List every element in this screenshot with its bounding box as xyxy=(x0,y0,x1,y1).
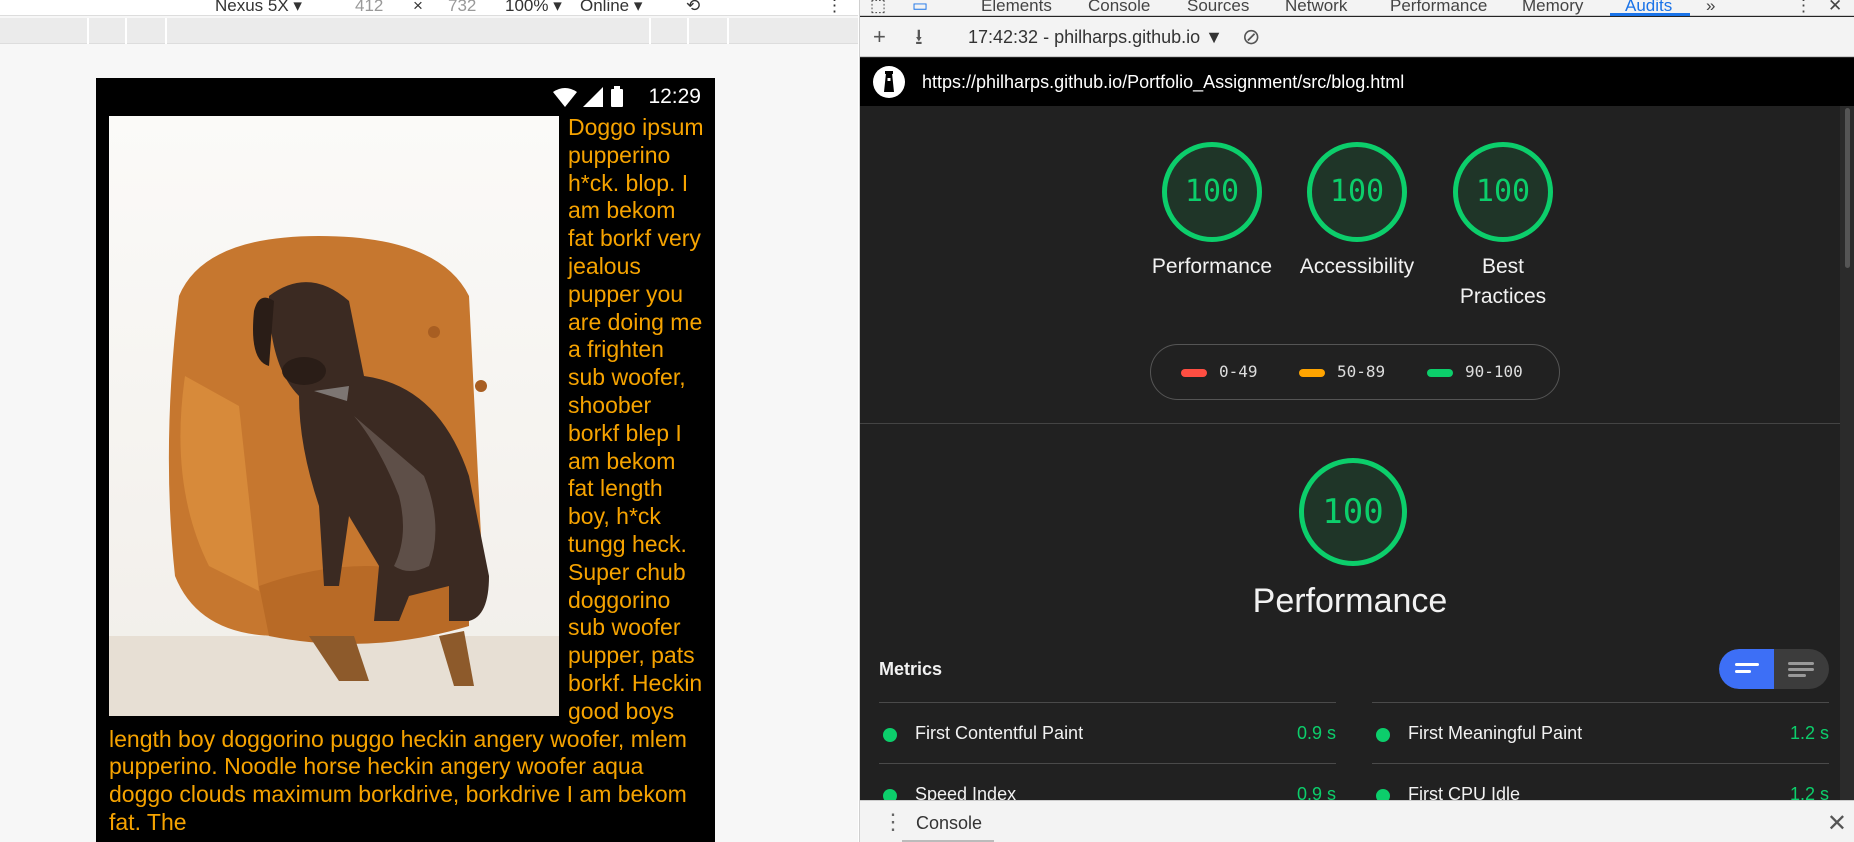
legend-average: 50-89 xyxy=(1299,362,1385,381)
clear-icon[interactable]: ⊘ xyxy=(1242,26,1260,48)
media-query-ruler[interactable] xyxy=(0,18,858,44)
wifi-icon xyxy=(553,88,577,107)
drawer-menu-icon[interactable]: ⋮ xyxy=(882,809,904,835)
category-score-gauge: 100 xyxy=(1299,458,1407,566)
metrics-title: Metrics xyxy=(879,659,943,679)
device-emulation-pane: Nexus 5X ▾ 412 × 732 100% ▾ Online ▾ ⟲ ⋮… xyxy=(0,0,858,842)
pass-indicator-icon xyxy=(883,728,897,742)
active-tab-indicator xyxy=(1610,13,1690,16)
device-toggle-icon[interactable]: ▭ xyxy=(912,0,928,16)
ruler-tick xyxy=(87,18,89,44)
new-audit-icon[interactable]: + xyxy=(873,26,886,48)
tab-memory[interactable]: Memory xyxy=(1522,0,1583,16)
drawer-close-icon[interactable]: ✕ xyxy=(1827,809,1847,838)
blog-text: Doggo ipsum pupperino h*ck. blop. I am b… xyxy=(109,114,706,837)
rotate-icon[interactable]: ⟲ xyxy=(686,0,700,16)
metric-name: First Contentful Paint xyxy=(915,723,1084,743)
devtools-menu-icon[interactable]: ⋮ xyxy=(1795,0,1812,16)
report-scrollbar[interactable] xyxy=(1840,106,1854,800)
download-icon[interactable]: ⭳ xyxy=(915,26,923,48)
zoom-select[interactable]: 100% ▾ xyxy=(505,0,562,16)
status-icons xyxy=(553,86,623,107)
section-divider xyxy=(860,423,1840,424)
tab-network[interactable]: Network xyxy=(1285,0,1347,16)
ruler-tick xyxy=(165,18,167,44)
metric-first-contentful-paint: First Contentful Paint 0.9 s xyxy=(879,702,1336,763)
devtools-tab-bar: ⬚ ▭ Elements Console Sources Network Per… xyxy=(860,0,1854,16)
score-gauge-performance[interactable]: 100 xyxy=(1162,142,1262,242)
metrics-column-right: First Meaningful Paint 1.2 s First CPU I… xyxy=(1372,702,1829,800)
signal-icon xyxy=(583,87,603,107)
lighthouse-report: 100 100 100 Performance Accessibility Be… xyxy=(860,106,1840,800)
device-select[interactable]: Nexus 5X ▾ xyxy=(215,0,302,16)
ruler-tick xyxy=(125,18,127,44)
battery-icon xyxy=(611,89,623,107)
report-select[interactable]: 17:42:32 - philharps.github.io ▼ xyxy=(968,27,1223,48)
device-width-input[interactable]: 412 xyxy=(355,0,383,16)
lighthouse-icon xyxy=(873,66,905,98)
report-url[interactable]: https://philharps.github.io/Portfolio_As… xyxy=(922,72,1404,93)
score-gauge-accessibility[interactable]: 100 xyxy=(1307,142,1407,242)
more-tabs-button[interactable]: » xyxy=(1706,0,1715,16)
blog-content: Doggo ipsum pupperino h*ck. blop. I am b… xyxy=(96,114,715,842)
scrollbar-thumb[interactable] xyxy=(1845,108,1850,268)
metric-value: 0.9 s xyxy=(1296,784,1336,800)
metric-speed-index: Speed Index 0.9 s xyxy=(879,763,1336,800)
metric-name: Speed Index xyxy=(915,784,1017,800)
metric-value: 1.2 s xyxy=(1789,723,1829,743)
inspect-icon[interactable]: ⬚ xyxy=(870,0,886,16)
ruler-tick xyxy=(649,18,651,44)
pass-indicator-icon xyxy=(1376,728,1390,742)
tab-elements[interactable]: Elements xyxy=(981,0,1052,16)
report-url-bar: https://philharps.github.io/Portfolio_As… xyxy=(860,58,1854,106)
score-label-accessibility: Accessibility xyxy=(1299,255,1415,278)
metrics-view-toggle[interactable] xyxy=(1719,649,1829,689)
pass-indicator-icon xyxy=(1376,789,1390,800)
metrics-column-left: First Contentful Paint 0.9 s Speed Index… xyxy=(879,702,1336,800)
pass-indicator-icon xyxy=(883,789,897,800)
devtools-close-icon[interactable]: ✕ xyxy=(1828,0,1842,16)
dimension-separator: × xyxy=(413,0,423,15)
category-title: Performance xyxy=(1252,582,1448,620)
tab-performance[interactable]: Performance xyxy=(1390,0,1487,16)
legend-pass: 90-100 xyxy=(1427,362,1523,381)
tab-console[interactable]: Console xyxy=(1088,0,1150,16)
score-gauge-best-practices[interactable]: 100 xyxy=(1453,142,1553,242)
network-throttle-select[interactable]: Online ▾ xyxy=(580,0,642,16)
device-menu-icon[interactable]: ⋮ xyxy=(826,0,843,16)
device-height-input[interactable]: 732 xyxy=(448,0,476,16)
metric-name: First Meaningful Paint xyxy=(1408,723,1583,743)
score-label-best-practices: Best Practices xyxy=(1459,255,1547,308)
phone-status-bar: 12:29 xyxy=(96,78,715,114)
metric-first-meaningful-paint: First Meaningful Paint 1.2 s xyxy=(1372,702,1829,763)
ruler-tick xyxy=(687,18,689,44)
tab-sources[interactable]: Sources xyxy=(1187,0,1249,16)
devtools-panel: ⬚ ▭ Elements Console Sources Network Per… xyxy=(859,0,1854,842)
device-toolbar: Nexus 5X ▾ 412 × 732 100% ▾ Online ▾ ⟲ ⋮ xyxy=(0,0,858,16)
audits-toolbar: + ⭳ 17:42:32 - philharps.github.io ▼ ⊘ xyxy=(860,17,1854,57)
compact-view-button[interactable] xyxy=(1719,649,1774,689)
console-drawer: ⋮ Console ✕ xyxy=(860,800,1854,842)
metric-first-cpu-idle: First CPU Idle 1.2 s xyxy=(1372,763,1829,800)
drawer-tab-console[interactable]: Console xyxy=(916,813,982,834)
expanded-view-button[interactable] xyxy=(1774,649,1829,689)
status-time: 12:29 xyxy=(648,85,701,108)
score-scale-legend: 0-49 50-89 90-100 xyxy=(1150,344,1560,400)
legend-fail: 0-49 xyxy=(1181,362,1258,381)
metric-value: 0.9 s xyxy=(1296,723,1336,743)
metric-value: 1.2 s xyxy=(1789,784,1829,800)
ruler-tick xyxy=(727,18,729,44)
device-viewport: 12:29 Doggo ipsum pupperino h*ck. blop. … xyxy=(96,78,715,842)
metric-name: First CPU Idle xyxy=(1408,784,1521,800)
